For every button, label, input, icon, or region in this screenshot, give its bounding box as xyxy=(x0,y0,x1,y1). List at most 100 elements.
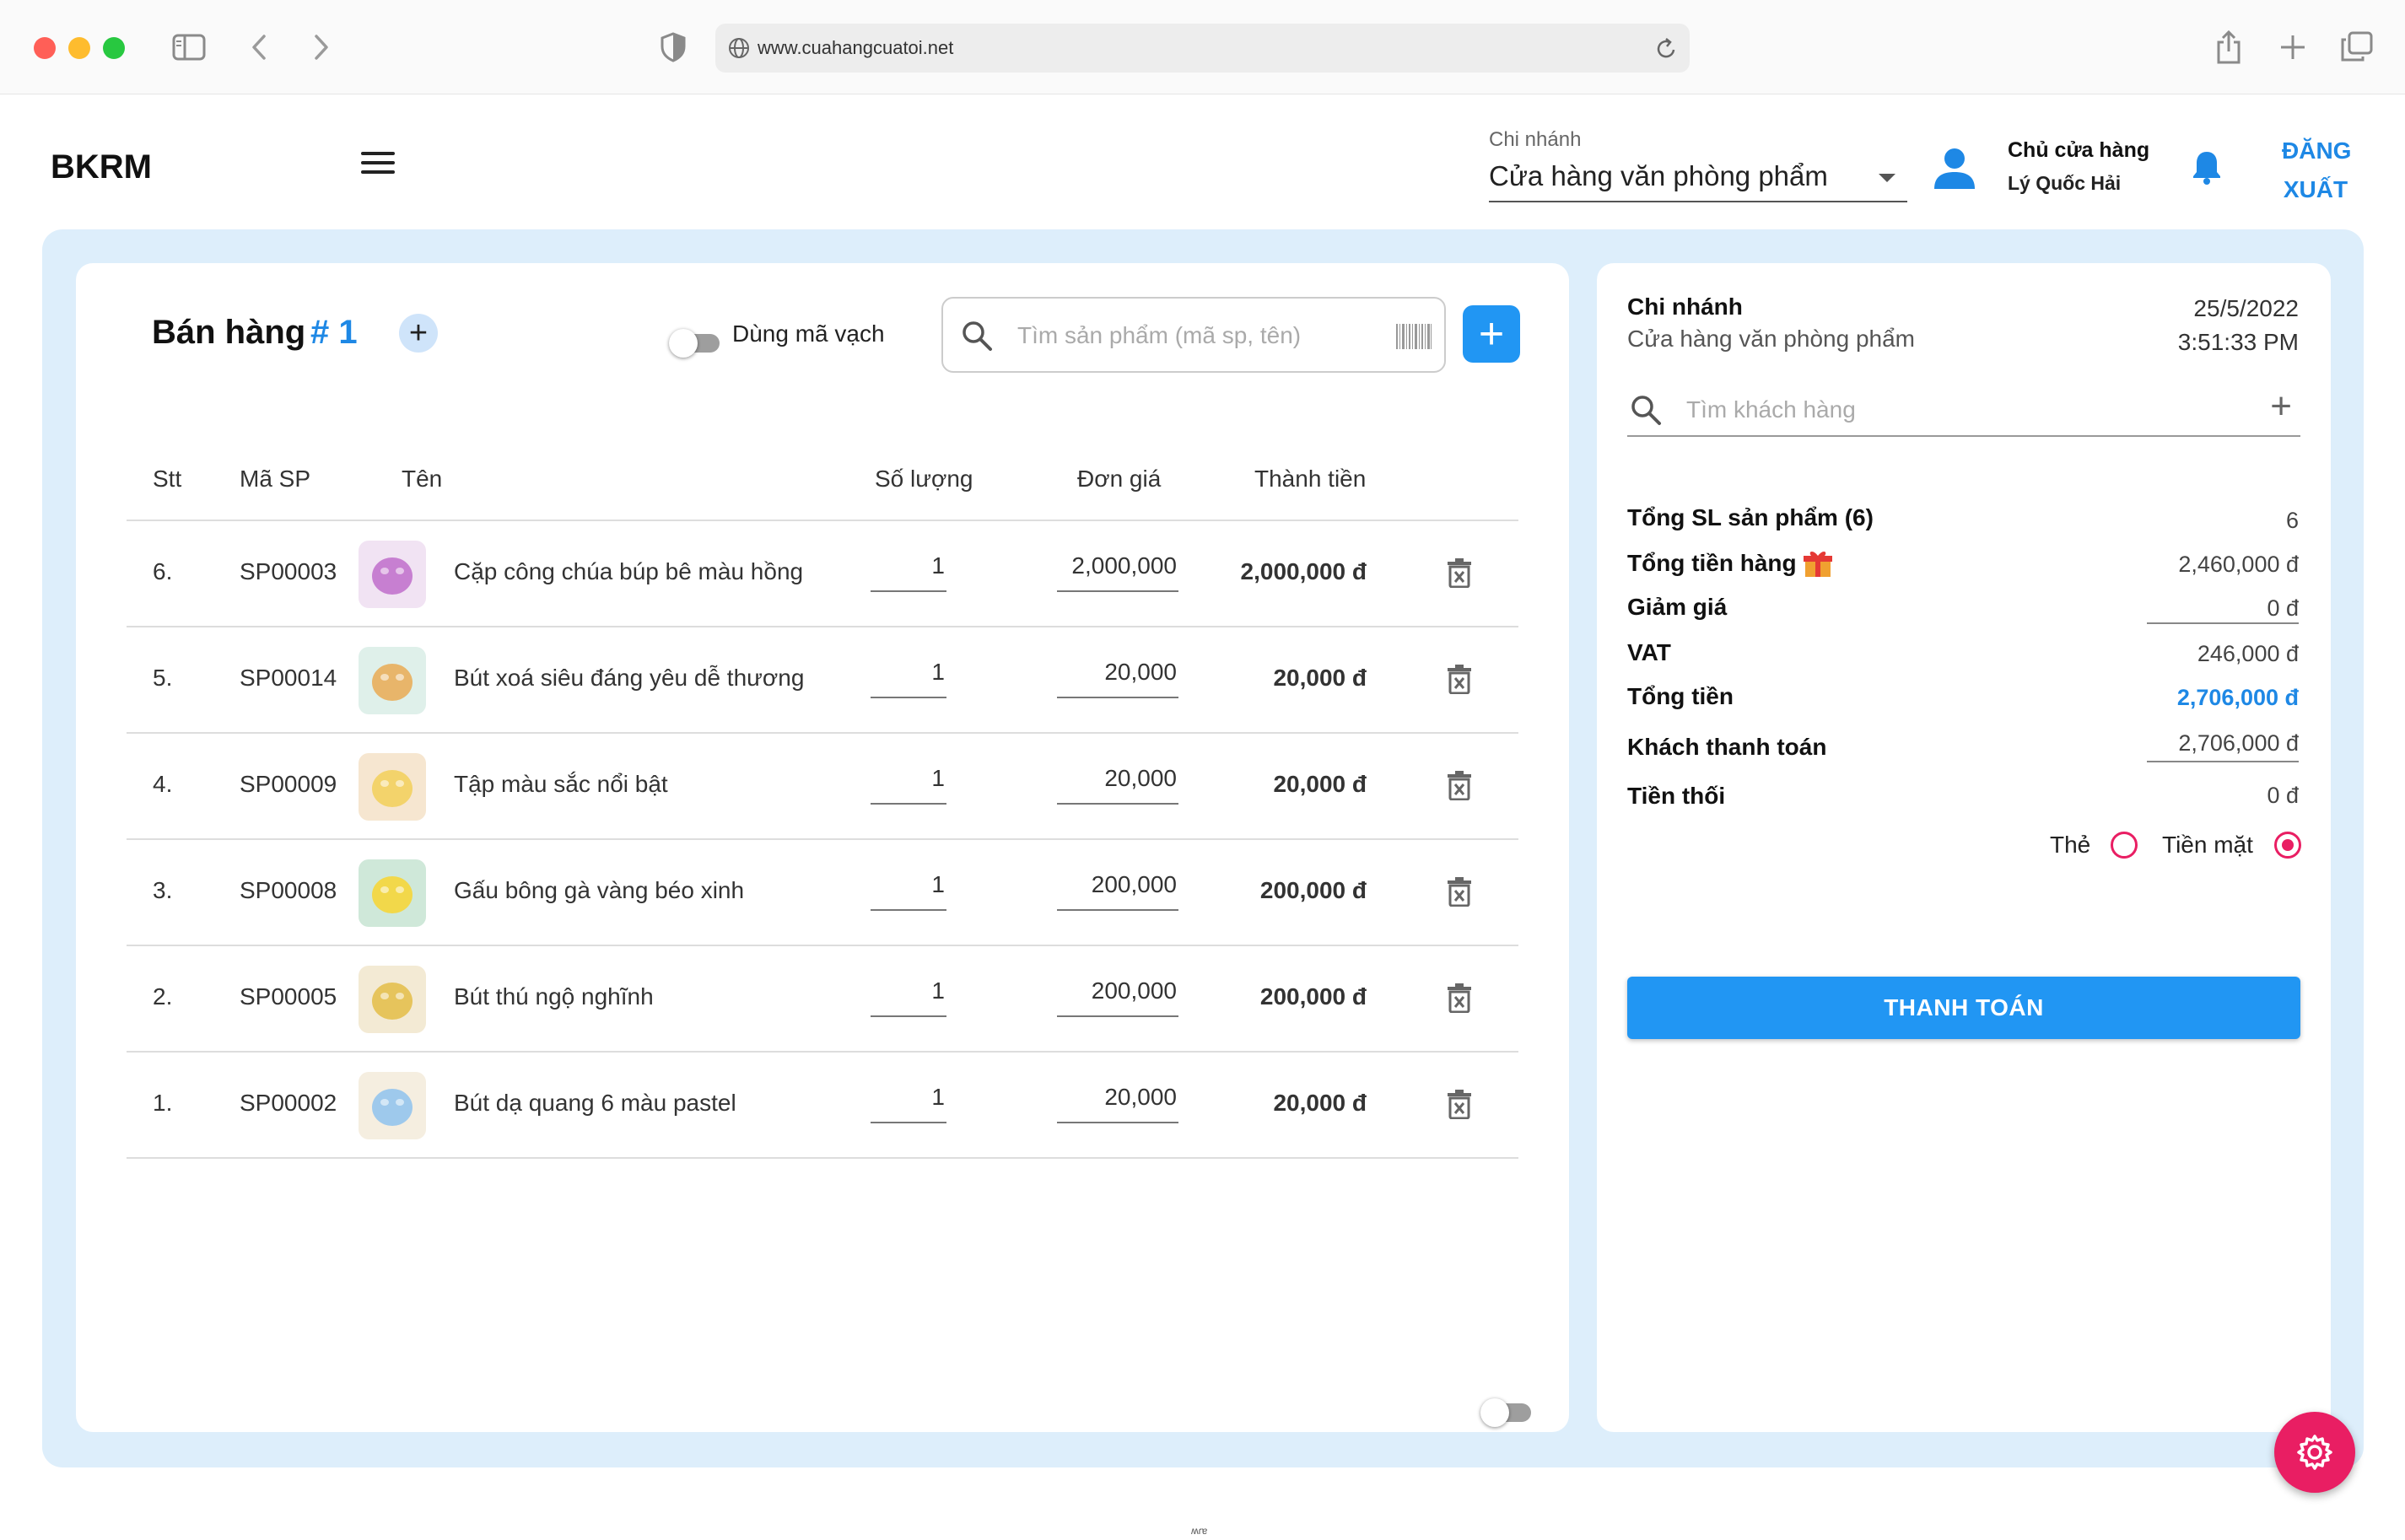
globe-icon xyxy=(727,36,751,60)
trash-icon[interactable] xyxy=(1447,664,1472,698)
cart-table-body: 6. SP00003 Cặp công chúa búp bê màu hồng… xyxy=(127,521,1518,1159)
table-row: 3. SP00008 Gấu bông gà vàng béo xinh 1 2… xyxy=(127,840,1518,946)
user-icon[interactable] xyxy=(1932,145,1977,195)
unit-price-input[interactable]: 20,000 xyxy=(1057,764,1178,805)
gift-icon[interactable] xyxy=(1803,548,1833,583)
back-icon[interactable] xyxy=(246,29,272,66)
row-total: 200,000 đ xyxy=(1259,877,1367,903)
unit-price-input[interactable]: 20,000 xyxy=(1057,658,1178,698)
unit-price-input[interactable]: 2,000,000 xyxy=(1057,552,1178,592)
close-window-button[interactable] xyxy=(34,37,56,59)
share-icon[interactable] xyxy=(2210,29,2247,66)
trash-icon[interactable] xyxy=(1447,557,1472,592)
total-qty-value: 6 xyxy=(2285,508,2299,533)
product-search-input[interactable] xyxy=(1017,315,1372,356)
row-stt: 6. xyxy=(153,558,173,584)
subtotal-label: Tổng tiền hàng xyxy=(1627,550,1797,576)
quantity-input[interactable]: 1 xyxy=(871,1083,946,1123)
column-header-name: Tên xyxy=(402,466,443,492)
quantity-input[interactable]: 1 xyxy=(871,658,946,698)
trash-icon[interactable] xyxy=(1447,770,1472,805)
row-product-name: Bút thú ngộ nghĩnh xyxy=(454,983,654,1010)
summary-time: 3:51:33 PM xyxy=(2177,329,2299,355)
payment-card-label: Thẻ xyxy=(2050,832,2091,858)
row-stt: 2. xyxy=(153,983,173,1010)
trash-icon[interactable] xyxy=(1447,1089,1472,1123)
row-product-name: Tập màu sắc nổi bật xyxy=(454,771,668,797)
table-row: 2. SP00005 Bút thú ngộ nghĩnh 1 200,000 … xyxy=(127,946,1518,1053)
quantity-input[interactable]: 1 xyxy=(871,870,946,911)
browser-toolbar: www.cuahangcuatoi.net xyxy=(0,0,2405,94)
cart-table-header: Stt Mã SP Tên Số lượng Đơn giá Thành tiề… xyxy=(127,440,1518,521)
customer-search: + xyxy=(1627,388,2300,437)
row-stt: 1. xyxy=(153,1090,173,1116)
checkout-button[interactable]: THANH TOÁN xyxy=(1627,977,2300,1039)
row-total: 2,000,000 đ xyxy=(1240,558,1367,584)
row-total: 200,000 đ xyxy=(1259,983,1367,1010)
add-product-button[interactable]: + xyxy=(1463,305,1520,363)
settings-button[interactable] xyxy=(2274,1412,2355,1493)
new-tab-icon[interactable] xyxy=(2274,29,2311,66)
unit-price-input[interactable]: 200,000 xyxy=(1057,977,1178,1017)
bell-icon[interactable] xyxy=(2190,148,2224,190)
vat-label: VAT xyxy=(1627,639,1671,665)
total-qty-label: Tổng SL sản phẩm (6) xyxy=(1627,504,1874,530)
add-customer-button[interactable]: + xyxy=(2270,388,2292,425)
row-total: 20,000 đ xyxy=(1273,1090,1367,1116)
row-product-code: SP00009 xyxy=(240,771,337,797)
logout-label-line1: ĐĂNG xyxy=(2282,137,2352,164)
row-product-code: SP00005 xyxy=(240,983,337,1010)
shield-icon[interactable] xyxy=(658,29,688,66)
minimize-window-button[interactable] xyxy=(68,37,90,59)
payment-cash-label: Tiền mặt xyxy=(2162,832,2253,858)
footer-mark: ʍɾɐ xyxy=(1191,1525,1208,1537)
product-thumbnail xyxy=(359,1072,426,1139)
payment-card-radio[interactable] xyxy=(2111,832,2138,859)
row-total: 20,000 đ xyxy=(1273,771,1367,797)
customer-search-input[interactable] xyxy=(1686,391,2209,428)
branch-select[interactable]: Cửa hàng văn phòng phẩm xyxy=(1489,160,1907,202)
tabs-icon[interactable] xyxy=(2337,29,2375,66)
trash-icon[interactable] xyxy=(1447,876,1472,911)
user-role: Chủ cửa hàng xyxy=(2008,138,2150,162)
quantity-input[interactable]: 1 xyxy=(871,764,946,805)
branch-label: Chi nhánh xyxy=(1489,128,1582,151)
quantity-input[interactable]: 1 xyxy=(871,552,946,592)
unit-price-input[interactable]: 200,000 xyxy=(1057,870,1178,911)
page-title: Bán hàng xyxy=(152,314,306,351)
row-product-code: SP00014 xyxy=(240,665,337,691)
vat-value: 246,000 đ xyxy=(2197,641,2299,666)
barcode-toggle-label: Dùng mã vạch xyxy=(732,320,885,347)
trash-icon[interactable] xyxy=(1447,983,1472,1017)
sale-tab-number[interactable]: # 1 xyxy=(310,314,358,352)
display-toggle[interactable] xyxy=(1480,1398,1531,1427)
row-product-code: SP00002 xyxy=(240,1090,337,1116)
barcode-toggle[interactable] xyxy=(669,329,720,358)
row-total: 20,000 đ xyxy=(1273,665,1367,691)
menu-icon[interactable] xyxy=(361,152,395,179)
sidebar-icon[interactable] xyxy=(169,29,209,66)
add-sale-tab-button[interactable]: + xyxy=(399,314,438,353)
payment-cash-radio[interactable] xyxy=(2274,832,2301,859)
url-text: www.cuahangcuatoi.net xyxy=(758,37,954,58)
reload-icon[interactable] xyxy=(1654,35,1678,61)
column-header-stt: Stt xyxy=(153,466,182,492)
product-thumbnail xyxy=(359,966,426,1033)
checkout-panel: Chi nhánh Cửa hàng văn phòng phẩm 25/5/2… xyxy=(1597,263,2331,1432)
subtotal-value: 2,460,000 đ xyxy=(2178,552,2299,577)
address-bar[interactable]: www.cuahangcuatoi.net xyxy=(715,24,1690,73)
customer-paid-label: Khách thanh toán xyxy=(1627,734,1827,760)
product-thumbnail xyxy=(359,753,426,821)
change-value: 0 đ xyxy=(2267,783,2299,808)
maximize-window-button[interactable] xyxy=(103,37,125,59)
row-product-name: Bút xoá siêu đáng yêu dễ thương xyxy=(454,665,805,691)
barcode-icon[interactable] xyxy=(1395,324,1432,353)
change-label: Tiền thối xyxy=(1627,783,1726,809)
unit-price-input[interactable]: 20,000 xyxy=(1057,1083,1178,1123)
forward-icon[interactable] xyxy=(309,29,334,66)
sale-panel: Bán hàng # 1 + Dùng mã vạch + Stt Mã SP … xyxy=(76,263,1569,1432)
quantity-input[interactable]: 1 xyxy=(871,977,946,1017)
user-name: Lý Quốc Hải xyxy=(2008,172,2122,194)
brand-logo[interactable]: BKRM xyxy=(51,148,152,186)
logout-button[interactable]: ĐĂNG XUẤT xyxy=(2282,132,2352,209)
